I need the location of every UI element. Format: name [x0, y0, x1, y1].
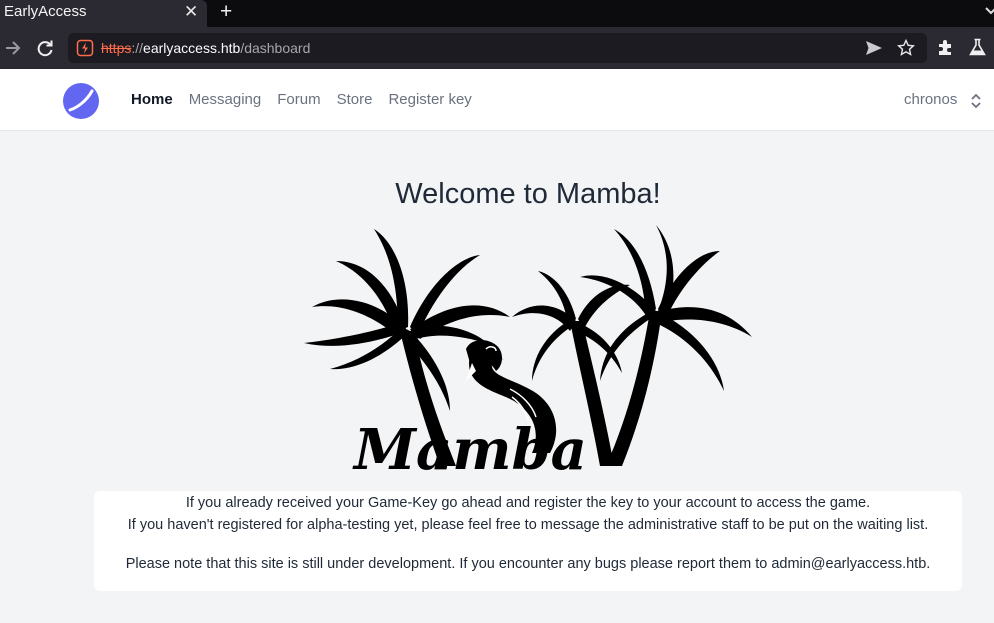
- chevron-up-down-icon[interactable]: [970, 92, 982, 110]
- brand-logo-icon[interactable]: [62, 82, 100, 120]
- bookmark-star-icon[interactable]: [897, 39, 915, 57]
- primary-nav: Home Messaging Forum Store Register key: [131, 91, 488, 108]
- extensions-icon[interactable]: [936, 38, 955, 57]
- browser-toolbar: https://earlyaccess.htb/dashboard: [0, 27, 994, 69]
- url-host: earlyaccess.htb: [143, 40, 241, 56]
- mamba-logo-illustration: Mamba: [304, 225, 752, 477]
- nav-link-store[interactable]: Store: [337, 91, 373, 108]
- site-navbar: Home Messaging Forum Store Register key …: [0, 69, 994, 131]
- browser-tab[interactable]: EarlyAccess ✕: [0, 0, 207, 27]
- address-bar[interactable]: https://earlyaccess.htb/dashboard: [68, 33, 927, 63]
- flask-icon[interactable]: [968, 38, 987, 57]
- insecure-connection-icon[interactable]: [76, 39, 94, 57]
- user-menu-button[interactable]: chronos: [904, 91, 957, 108]
- url-text: https://earlyaccess.htb/dashboard: [101, 40, 310, 56]
- nav-link-home[interactable]: Home: [131, 91, 173, 108]
- tab-title: EarlyAccess: [4, 3, 87, 20]
- nav-link-register-key[interactable]: Register key: [388, 91, 471, 108]
- chevron-down-icon[interactable]: [984, 3, 994, 17]
- info-card: If you already received your Game-Key go…: [94, 491, 962, 591]
- url-scheme: https: [101, 40, 132, 56]
- tab-strip: EarlyAccess ✕ +: [0, 0, 994, 27]
- url-separator: ://: [131, 40, 144, 56]
- url-path: /dashboard: [240, 40, 311, 56]
- info-development-notice: Please note that this site is still unde…: [125, 556, 931, 572]
- send-tab-icon[interactable]: [865, 40, 883, 56]
- info-alpha-testing-text: If you haven't registered for alpha-test…: [127, 517, 929, 533]
- nav-link-forum[interactable]: Forum: [277, 91, 320, 108]
- nav-link-messaging[interactable]: Messaging: [189, 91, 262, 108]
- new-tab-button[interactable]: +: [220, 0, 232, 24]
- reload-icon[interactable]: [35, 38, 55, 58]
- forward-arrow-icon[interactable]: [3, 38, 23, 58]
- close-tab-icon[interactable]: ✕: [184, 2, 198, 22]
- info-game-key-text: If you already received your Game-Key go…: [185, 495, 871, 511]
- mamba-wordmark: Mamba: [352, 417, 587, 477]
- page-title: Welcome to Mamba!: [395, 178, 661, 210]
